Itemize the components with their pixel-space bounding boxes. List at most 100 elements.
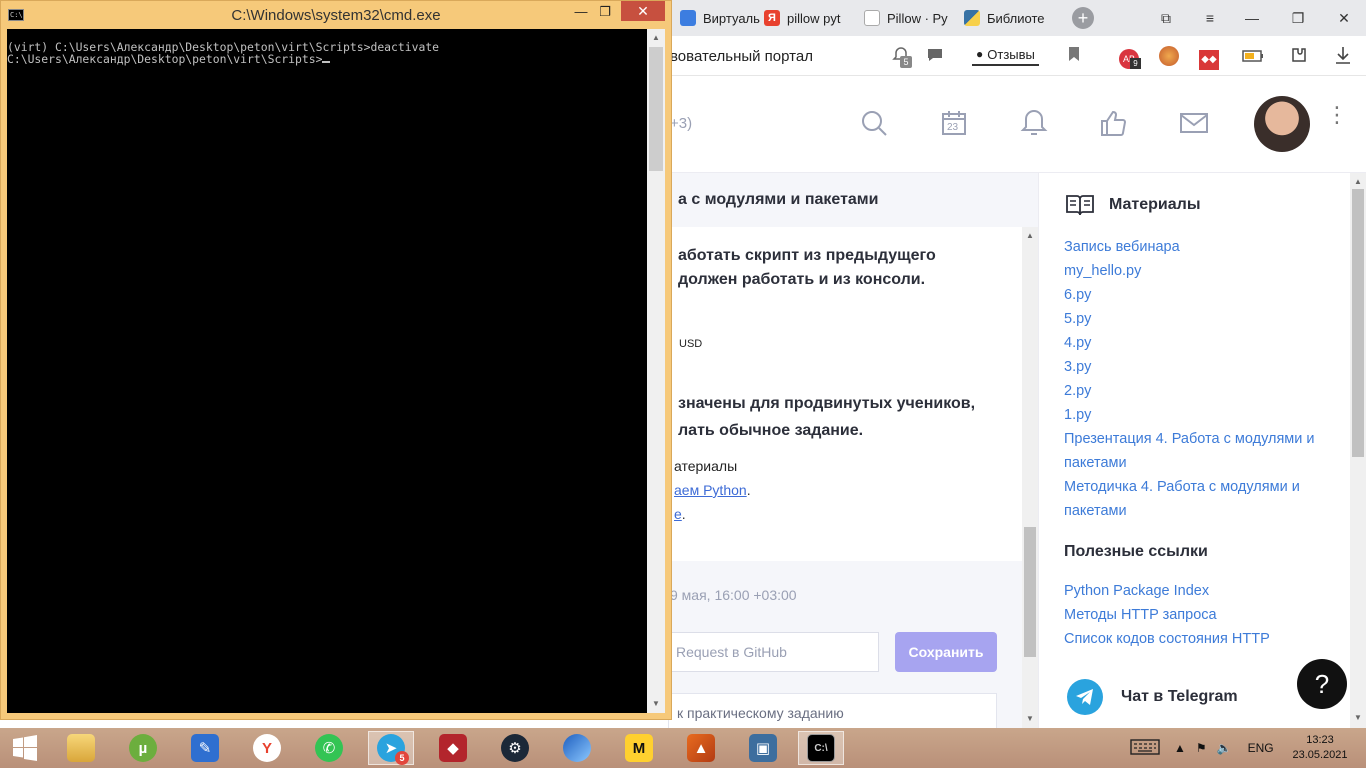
extensions-icon[interactable] [1288,46,1310,68]
taskbar-mendeley[interactable]: ◆ [430,731,476,765]
close-icon[interactable]: ✕ [1334,8,1354,28]
tray-expand-icon[interactable]: ▲ [1174,741,1186,755]
advanced-text-line: значены для продвинутых учеников, [678,395,976,412]
pull-request-input[interactable]: Request в GitHub [668,632,879,672]
mail-icon[interactable] [1178,107,1210,139]
material-link[interactable]: 2.py [1064,383,1091,399]
extension-avatar-icon[interactable] [1158,46,1180,68]
page-scrollbar[interactable]: ▲ ▼ [1350,173,1366,728]
practice-task-link[interactable]: к практическому заданию [668,693,997,733]
reviews-button[interactable]: ● Отзывы [972,44,1039,66]
scroll-down-arrow-icon[interactable]: ▼ [648,697,664,711]
material-link[interactable]: Методичка 4. Работа с модулями и [1064,479,1300,495]
download-icon[interactable] [1332,46,1354,68]
taskbar-app-blue[interactable] [554,731,600,765]
notifications-icon[interactable]: 5 [890,46,912,68]
material-link[interactable]: 4.py [1064,335,1091,351]
material-link[interactable]: Запись вебинара [1064,239,1180,255]
taskbar-cmd[interactable]: C:\ [798,731,844,765]
save-button[interactable]: Сохранить [895,632,997,672]
material-link[interactable]: 1.py [1064,407,1091,423]
yandex-browser-icon: Y [253,734,281,762]
console-prompt: C:\Users\Александр\Desktop\peton\virt\Sc… [7,52,323,66]
scroll-up-arrow-icon[interactable]: ▲ [1350,175,1366,189]
taskbar-steam[interactable]: ⚙ [492,731,538,765]
task-text-line: аботать скрипт из предыдущего [678,247,936,264]
reviews-label: Отзывы [987,46,1035,62]
page-title-in-address[interactable]: вовательный портал [670,48,813,65]
taskbar-whatsapp[interactable]: ✆ [306,731,352,765]
taskbar-telegram[interactable]: ➤ 5 [368,731,414,765]
console-output[interactable]: (virt) C:\Users\Александр\Desktop\peton\… [7,29,647,713]
taskbar-miro[interactable]: M [616,731,662,765]
keyboard-icon[interactable] [1130,738,1160,758]
scrollbar-thumb[interactable] [649,47,663,171]
useful-link[interactable]: Список кодов состояния HTTP [1064,631,1270,647]
python-link[interactable]: аем Python [674,482,747,498]
cmd-scrollbar[interactable]: ▲ ▼ [647,29,665,713]
materials-title: Материалы [1109,196,1201,213]
taskbar-app[interactable]: ✎ [182,731,228,765]
material-link[interactable]: 5.py [1064,311,1091,327]
scroll-up-arrow-icon[interactable]: ▲ [648,31,664,45]
material-link[interactable]: 6.py [1064,287,1091,303]
calendar-icon[interactable]: 23 [938,107,970,139]
material-link[interactable]: пакетами [1064,503,1127,519]
scroll-up-arrow-icon[interactable]: ▲ [1022,229,1038,243]
taskbar-file-explorer[interactable] [58,731,104,765]
taskbar-matlab[interactable]: ▲ [678,731,724,765]
bell-icon[interactable] [1018,107,1050,139]
search-icon[interactable] [858,107,890,139]
scroll-down-arrow-icon[interactable]: ▼ [1350,711,1366,725]
material-link[interactable]: Презентация 4. Работа с модулями и [1064,431,1315,447]
useful-link[interactable]: Методы HTTP запроса [1064,607,1217,623]
tab-pillow-search[interactable]: Я pillow pyt [764,4,856,32]
materials-header: Материалы [1065,193,1201,217]
taskbar-app-pc[interactable]: ▣ [740,731,786,765]
restore-icon[interactable]: ❐ [1288,8,1308,28]
cmd-maximize-button[interactable]: ❐ [591,2,619,22]
material-link[interactable]: пакетами [1064,455,1127,471]
menu-icon[interactable]: ≡ [1200,8,1220,28]
material-link[interactable]: 3.py [1064,359,1091,375]
notify-badge: 5 [900,56,912,68]
material-link[interactable]: my_hello.py [1064,263,1141,279]
tabs-list-icon[interactable]: ⧉ [1156,8,1176,28]
battery-icon[interactable] [1242,46,1264,68]
scrollbar-thumb[interactable] [1352,189,1364,457]
new-tab-button[interactable]: + [1072,7,1094,29]
language-indicator[interactable]: ENG [1248,741,1274,755]
tray-flag-icon[interactable]: ⚑ [1196,741,1207,755]
taskbar-utorrent[interactable]: µ [120,731,166,765]
doc-link[interactable]: e [674,506,682,522]
thumbs-up-icon[interactable] [1098,107,1130,139]
tab-pillow-docs[interactable]: Pillow · Py [864,4,950,32]
taskbar-yandex-browser[interactable]: Y [244,731,290,765]
volume-icon[interactable]: 🔈 [1217,741,1232,755]
steam-icon: ⚙ [501,734,529,762]
telegram-chat-link[interactable]: Чат в Telegram [1067,679,1238,715]
lesson-body: аботать скрипт из предыдущего должен раб… [670,227,1022,561]
lesson-scrollbar[interactable]: ▲ ▼ [1022,227,1038,728]
scroll-down-arrow-icon[interactable]: ▼ [1022,712,1038,726]
cmd-titlebar[interactable]: C:\ C:\Windows\system32\cmd.exe — ❐ ✕ [1,1,671,29]
useful-link[interactable]: Python Package Index [1064,583,1209,599]
help-button[interactable]: ? [1297,659,1347,709]
cmd-close-button[interactable]: ✕ [621,1,665,21]
more-menu-icon[interactable]: ⋮ [1326,104,1348,137]
tab-virtual[interactable]: Виртуаль [680,4,768,32]
user-avatar[interactable] [1254,96,1310,152]
extension-badge: 9 [1130,58,1141,69]
adblock-extension-icon[interactable]: AB 9 [1118,46,1141,69]
lesson-date: 9 мая, 16:00 +03:00 [670,587,797,603]
tab-library[interactable]: Библиоте [964,4,1050,32]
materials-text: атериалы [674,458,738,474]
start-button[interactable] [2,731,48,765]
comment-icon[interactable] [924,46,946,68]
whatsapp-icon: ✆ [315,734,343,762]
scrollbar-thumb[interactable] [1024,527,1036,657]
clock[interactable]: 13:23 23.05.2021 [1290,733,1350,763]
bookmark-icon[interactable] [1063,46,1085,68]
minimize-icon[interactable]: — [1242,8,1262,28]
mendeley-extension-icon[interactable]: ◆◆ [1198,46,1220,70]
